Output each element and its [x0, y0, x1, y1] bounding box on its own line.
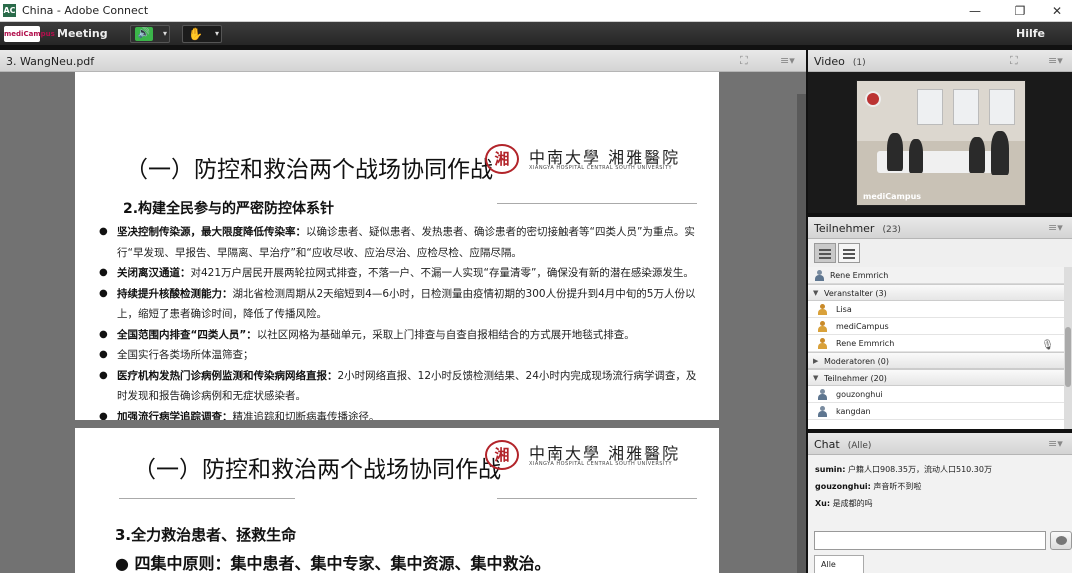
maximize-button[interactable]: ❐	[1005, 1, 1035, 21]
attendee-pod-title: Teilnehmer (23)	[814, 222, 901, 235]
attendee-scrollbar[interactable]	[1064, 267, 1072, 429]
speaker-icon[interactable]: 🔊	[135, 27, 153, 41]
chat-tab-everyone[interactable]: Alle	[814, 555, 864, 573]
chat-message: sumin: 户籍人口908.35万，流动人口510.30万	[815, 465, 992, 474]
user-icon	[814, 270, 825, 281]
window-titlebar: AC China - Adobe Connect — ❐ ✕	[0, 0, 1072, 22]
chevron-down-icon[interactable]: ▾	[163, 29, 167, 38]
document-viewer[interactable]: （一）防控和救治两个战场协同作战 湘 中南大學 湘雅醫院 XIANGYA HOS…	[0, 72, 806, 573]
host-user-icon	[817, 338, 828, 349]
bullet-list: 坚决控制传染源，最大限度降低传染率：以确诊患者、疑似患者、发热患者、确诊患者的密…	[99, 222, 699, 420]
bullet-item: 加强流行病学追踪调查：精准追踪和切断病毒传播途径。	[99, 407, 699, 421]
speaker-control[interactable]: 🔊 ▾	[130, 25, 170, 43]
section-heading: 3.全力救治患者、拯救生命	[115, 526, 297, 544]
attendee-list: Rene Emmrich ▼ Veranstalter (3) Lisa medi…	[808, 267, 1064, 429]
hospital-seal-icon: 湘	[485, 440, 519, 470]
raise-hand-icon[interactable]: ✋	[188, 27, 203, 41]
bullet-item: 持续提升核酸检测能力：湖北省检测周期从2天缩短到4—6小时，日检测量由疫情初期的…	[99, 284, 699, 325]
list-view-icon[interactable]	[814, 243, 836, 263]
minimize-button[interactable]: —	[960, 1, 990, 21]
bullet-item: 坚决控制传染源，最大限度降低传染率：以确诊患者、疑似患者、发热患者、确诊患者的密…	[99, 222, 699, 263]
chat-input[interactable]	[814, 531, 1046, 550]
hospital-seal-icon: 湘	[485, 144, 519, 174]
hospital-logo: 湘 中南大學 湘雅醫院 XIANGYA HOSPITAL CENTRAL SOU…	[485, 440, 700, 472]
bullet-item: 全国范围内排查“四类人员”：以社区网格为基础单元，采取上门排查与自查自报相结合的…	[99, 325, 699, 346]
attendee-row[interactable]: kangdan	[808, 403, 1064, 420]
attendee-row[interactable]: Lisa	[808, 301, 1064, 318]
attendee-pod-header: Teilnehmer (23) ≡▾	[808, 217, 1072, 239]
video-feed-name: mediCampus	[863, 192, 922, 201]
expanded-triangle-icon: ▼	[813, 289, 819, 297]
user-icon	[817, 389, 828, 400]
expanded-triangle-icon: ▼	[813, 374, 819, 382]
send-message-button[interactable]	[1050, 531, 1072, 550]
fullscreen-icon[interactable]: ⛶	[740, 54, 748, 68]
hospital-subtitle: XIANGYA HOSPITAL CENTRAL SOUTH UNIVERSIT…	[529, 461, 673, 467]
video-pod-title: Video (1)	[814, 55, 866, 68]
video-pod-header: Video (1) ⛶ ≡▾	[808, 50, 1072, 72]
app-menubar: mediCampus Meeting 🔊 ▾ ✋ ▾ Hilfe	[0, 22, 1072, 63]
bullet-item: 全国实行各类场所体温筛查；	[99, 345, 699, 366]
share-pod: 3. WangNeu.pdf ⛶ ≡▾ （一）防控和救治两个战场协同作战 湘 中…	[0, 50, 806, 573]
chat-message: Xu: 是成都的吗	[815, 499, 873, 508]
medicampus-logo: mediCampus	[4, 26, 55, 42]
bullet-item: 医疗机构发热门诊病例监测和传染病网络直报：2小时网络直报、12小时反馈检测结果、…	[99, 366, 699, 407]
window-title: China - Adobe Connect	[22, 4, 149, 17]
fullscreen-icon[interactable]: ⛶	[1010, 54, 1018, 68]
page-title: （一）防控和救治两个战场协同作战	[125, 157, 493, 183]
record-icon	[865, 91, 881, 107]
attendee-group-header[interactable]: ▶ Moderatoren (0)	[808, 352, 1064, 369]
vertical-scrollbar[interactable]	[797, 94, 806, 573]
attendee-pod: Teilnehmer (23) ≡▾ Rene Emmrich ▼ Veransta…	[808, 217, 1072, 429]
hospital-logo: 湘 中南大學 湘雅醫院 XIANGYA HOSPITAL CENTRAL SOU…	[485, 144, 700, 176]
title-rule	[497, 498, 697, 499]
current-user-row[interactable]: Rene Emmrich	[808, 267, 1064, 284]
section-heading: 2.构建全民参与的严密防控体系针	[123, 201, 335, 217]
attendee-status-view-icon[interactable]	[838, 243, 860, 263]
chat-message: gouzonghui: 声音听不到啦	[815, 482, 922, 491]
collapsed-triangle-icon: ▶	[813, 357, 819, 365]
bullet-item: 四集中原则：集中患者、集中专家、集中资源、集中救治。	[115, 550, 551, 573]
pod-menu-icon[interactable]: ≡▾	[780, 54, 795, 67]
attendee-row[interactable]: Rene Emmrich 🎙	[808, 335, 1064, 352]
scroll-thumb[interactable]	[1065, 327, 1071, 387]
send-bubble-icon	[1056, 536, 1067, 545]
chat-messages: sumin: 户籍人口908.35万，流动人口510.30万 gouzonghu…	[808, 461, 1072, 529]
host-user-icon	[817, 304, 828, 315]
pod-menu-icon[interactable]: ≡▾	[1048, 54, 1063, 67]
attendee-group-header[interactable]: ▼ Veranstalter (3)	[808, 284, 1064, 301]
title-rule	[497, 203, 697, 204]
meeting-menu[interactable]: Meeting	[57, 27, 108, 40]
help-menu[interactable]: Hilfe	[1016, 27, 1045, 40]
webcam-feed[interactable]: mediCampus	[856, 80, 1026, 206]
pod-menu-icon[interactable]: ≡▾	[1048, 221, 1063, 234]
attendee-group-header[interactable]: ▼ Teilnehmer (20)	[808, 369, 1064, 386]
bullet-item: 关闭离汉通道：对421万户居民开展两轮拉网式排查，不落一户、不漏一人实现“存量清…	[99, 263, 699, 284]
chat-pod-title: Chat (Alle)	[814, 438, 872, 451]
chat-pod-header: Chat (Alle) ≡▾	[808, 433, 1072, 455]
page-title: （一）防控和救治两个战场协同作战	[133, 457, 501, 483]
attendee-row[interactable]: gouzonghui	[808, 386, 1064, 403]
view-toggle[interactable]	[814, 243, 862, 263]
adobe-connect-app-icon: AC	[3, 4, 16, 17]
chat-pod: Chat (Alle) ≡▾ sumin: 户籍人口908.35万，流动人口510…	[808, 433, 1072, 573]
user-icon	[817, 406, 828, 417]
host-user-icon	[817, 321, 828, 332]
attendee-row[interactable]: mediCampus	[808, 318, 1064, 335]
close-button[interactable]: ✕	[1042, 1, 1072, 21]
title-rule	[119, 498, 295, 499]
video-pod: Video (1) ⛶ ≡▾ mediCampus	[808, 50, 1072, 213]
raise-hand-control[interactable]: ✋ ▾	[182, 25, 222, 43]
pod-menu-icon[interactable]: ≡▾	[1048, 437, 1063, 450]
document-page: （一）防控和救治两个战场协同作战 湘 中南大學 湘雅醫院 XIANGYA HOS…	[75, 428, 719, 573]
document-page: （一）防控和救治两个战场协同作战 湘 中南大學 湘雅醫院 XIANGYA HOS…	[75, 72, 719, 420]
share-pod-header: 3. WangNeu.pdf ⛶ ≡▾	[0, 50, 806, 72]
share-pod-title: 3. WangNeu.pdf	[6, 55, 95, 68]
chevron-down-icon[interactable]: ▾	[215, 29, 219, 38]
hospital-subtitle: XIANGYA HOSPITAL CENTRAL SOUTH UNIVERSIT…	[529, 165, 673, 171]
